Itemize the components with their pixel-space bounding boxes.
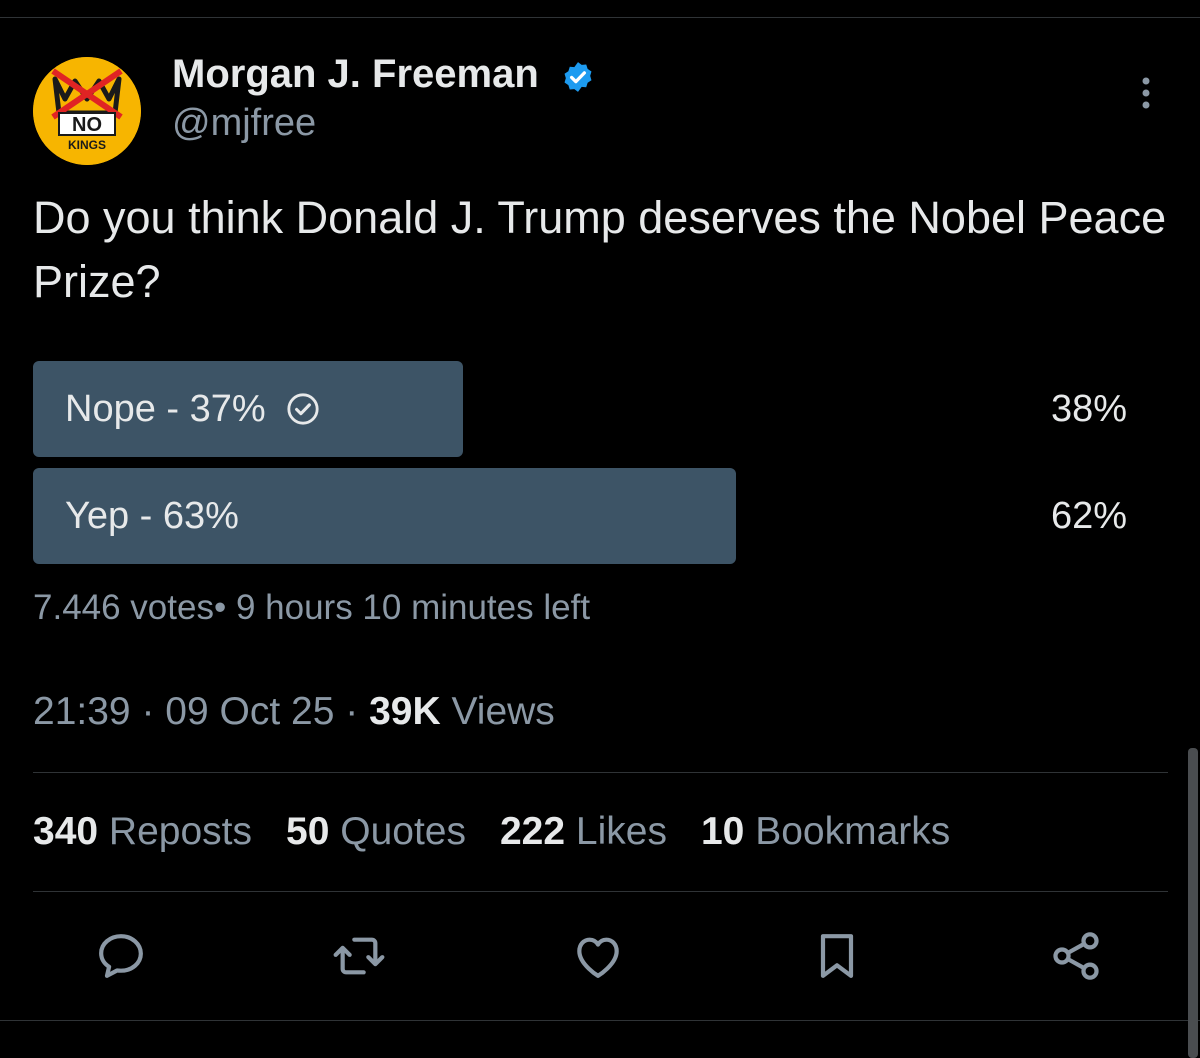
author-name[interactable]: Morgan J. Freeman	[172, 52, 539, 97]
poll-option-label: Yep - 63%	[65, 468, 239, 564]
author-handle[interactable]: @mjfree	[172, 102, 316, 145]
repost-icon	[333, 937, 385, 975]
bookmark-button[interactable]	[809, 928, 865, 984]
heart-icon	[577, 937, 619, 978]
reposts-stat[interactable]: 340 Reposts	[33, 810, 252, 854]
quotes-stat[interactable]: 50 Quotes	[286, 810, 466, 854]
views-count: 39K	[369, 690, 441, 733]
share-icon	[1053, 932, 1099, 980]
more-vertical-icon[interactable]	[1130, 75, 1162, 111]
poll-votes: 7.446 votes	[33, 588, 214, 627]
poll-option-text: Yep - 63%	[65, 495, 239, 537]
avatar[interactable]: NO KINGS	[33, 57, 141, 165]
svg-text:KINGS: KINGS	[68, 138, 106, 152]
tweet-time[interactable]: 21:39	[33, 690, 131, 733]
engagement-stats: 340 Reposts 50 Quotes 222 Likes 10 Bookm…	[33, 810, 950, 854]
poll-meta: 7.446 votes• 9 hours 10 minutes left	[33, 588, 591, 627]
views-label: Views	[451, 690, 555, 733]
tweet-timestamp: 21:39 · 09 Oct 25 · 39K Views	[33, 690, 555, 733]
poll-option-percent: 38%	[1050, 388, 1127, 430]
poll-option-text: Nope - 37%	[65, 388, 266, 430]
repost-button[interactable]	[331, 928, 387, 984]
reply-button[interactable]	[93, 928, 149, 984]
verified-badge-icon	[561, 60, 595, 94]
divider	[33, 772, 1168, 773]
poll-option-percent: 62%	[1050, 495, 1127, 537]
bottom-divider	[0, 1020, 1200, 1021]
scrollbar[interactable]	[1188, 748, 1198, 1058]
like-button[interactable]	[570, 928, 626, 984]
check-circle-icon	[287, 393, 319, 425]
poll-time-left: 9 hours 10 minutes left	[235, 588, 591, 627]
bookmarks-stat[interactable]: 10 Bookmarks	[701, 810, 950, 854]
likes-stat[interactable]: 222 Likes	[500, 810, 667, 854]
no-kings-logo: NO KINGS	[33, 57, 141, 165]
poll-option-yep[interactable]: Yep - 63% 62%	[33, 468, 1133, 564]
tweet-date[interactable]: 09 Oct 25	[165, 690, 334, 733]
tweet-text: Do you think Donald J. Trump deserves th…	[33, 192, 1167, 307]
bookmark-icon	[820, 934, 854, 978]
svg-text:NO: NO	[72, 114, 102, 136]
top-divider	[0, 17, 1200, 18]
share-button[interactable]	[1048, 928, 1104, 984]
divider	[33, 891, 1168, 892]
poll-option-label: Nope - 37%	[65, 361, 320, 457]
poll-option-nope[interactable]: Nope - 37% 38%	[33, 361, 1133, 457]
reply-icon	[99, 934, 143, 978]
